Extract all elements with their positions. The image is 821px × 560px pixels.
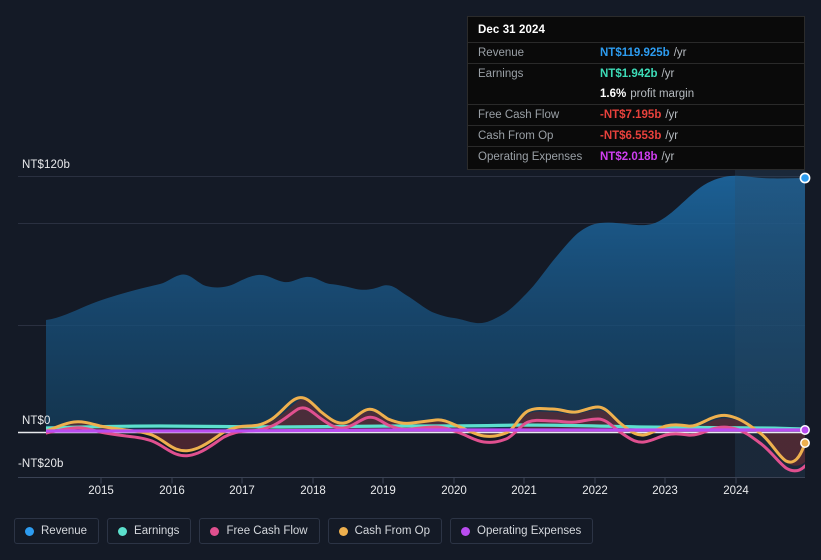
x-axis-label-2018: 2018 — [300, 485, 326, 497]
tooltip-row-free-cash-flow: Free Cash Flow -NT$7.195b /yr — [468, 104, 804, 125]
tooltip-value-cash-from-op: -NT$6.553b — [600, 130, 662, 142]
x-axis-label-2021: 2021 — [511, 485, 537, 497]
tooltip-label-free-cash-flow: Free Cash Flow — [478, 109, 560, 121]
y-axis-label-bottom: -NT$20b — [18, 458, 64, 470]
x-axis-label-2024: 2024 — [723, 485, 749, 497]
x-axis-label-2015: 2015 — [88, 485, 114, 497]
tooltip-unit-revenue: /yr — [673, 47, 687, 59]
x-axis-label-2017: 2017 — [229, 485, 255, 497]
y-axis-label-top: NT$120b — [22, 159, 71, 171]
legend-dot-operating-expenses-icon — [461, 526, 471, 536]
x-axis-label-2019: 2019 — [370, 485, 396, 497]
tooltip-row-profit-margin: 1.6% profit margin — [468, 84, 804, 104]
tooltip-label-revenue: Revenue — [478, 47, 525, 59]
tooltip-date: Dec 31 2024 — [478, 24, 545, 36]
legend-label-cash-from-op: Cash From Op — [354, 525, 431, 537]
legend-dot-revenue-icon — [25, 526, 34, 536]
tooltip-label-cash-from-op: Cash From Op — [478, 130, 554, 142]
operating-expenses-endpoint-dot — [800, 425, 810, 435]
x-axis-label-2023: 2023 — [652, 485, 678, 497]
tooltip-label-operating-expenses: Operating Expenses — [478, 151, 583, 163]
tooltip-unit-cash-from-op: /yr — [665, 130, 679, 142]
legend-item-cash-from-op[interactable]: Cash From Op — [327, 518, 443, 544]
tooltip-value-profit-margin: 1.6% — [600, 88, 627, 100]
tooltip-label-earnings: Earnings — [478, 68, 524, 80]
tooltip-unit-profit-margin: profit margin — [630, 88, 695, 100]
legend-item-earnings[interactable]: Earnings — [107, 518, 192, 544]
chart-tooltip: Dec 31 2024 Revenue NT$119.925b /yr Earn… — [467, 16, 805, 170]
x-axis-label-2020: 2020 — [441, 485, 467, 497]
tooltip-row-operating-expenses: Operating Expenses NT$2.018b /yr — [468, 146, 804, 167]
legend-dot-cash-from-op-icon — [338, 526, 348, 536]
y-axis-label-zero: NT$0 — [22, 415, 51, 427]
legend-label-revenue: Revenue — [41, 525, 88, 537]
x-axis-label-2016: 2016 — [159, 485, 185, 497]
legend-label-free-cash-flow: Free Cash Flow — [226, 525, 308, 537]
tooltip-row-earnings: Earnings NT$1.942b /yr — [468, 63, 804, 84]
x-axis-label-2022: 2022 — [582, 485, 608, 497]
operating-expenses-line — [46, 428, 805, 433]
tooltip-unit-earnings: /yr — [661, 68, 675, 80]
revenue-endpoint-dot — [799, 172, 811, 184]
legend-dot-earnings-icon — [118, 526, 128, 536]
chart-page: NT$120b NT$0 -NT$20b 2015 2016 2017 2018… — [0, 0, 821, 560]
tooltip-unit-free-cash-flow: /yr — [665, 109, 679, 121]
legend-item-revenue[interactable]: Revenue — [14, 518, 100, 544]
tooltip-unit-operating-expenses: /yr — [661, 151, 675, 163]
tooltip-value-earnings: NT$1.942b — [600, 68, 658, 80]
legend-item-free-cash-flow[interactable]: Free Cash Flow — [199, 518, 320, 544]
tooltip-value-operating-expenses: NT$2.018b — [600, 151, 658, 163]
chart-legend: Revenue Earnings Free Cash Flow Cash Fro… — [14, 518, 594, 544]
tooltip-row-cash-from-op: Cash From Op -NT$6.553b /yr — [468, 125, 804, 146]
legend-item-operating-expenses[interactable]: Operating Expenses — [450, 518, 594, 544]
x-axis — [18, 477, 805, 484]
tooltip-row-revenue: Revenue NT$119.925b /yr — [468, 42, 804, 63]
tooltip-value-revenue: NT$119.925b — [600, 47, 670, 59]
legend-dot-free-cash-flow-icon — [210, 526, 220, 536]
cash-from-op-endpoint-dot — [800, 438, 810, 448]
tooltip-value-free-cash-flow: -NT$7.195b — [600, 109, 662, 121]
legend-label-earnings: Earnings — [134, 525, 180, 537]
legend-label-operating-expenses: Operating Expenses — [477, 525, 582, 537]
